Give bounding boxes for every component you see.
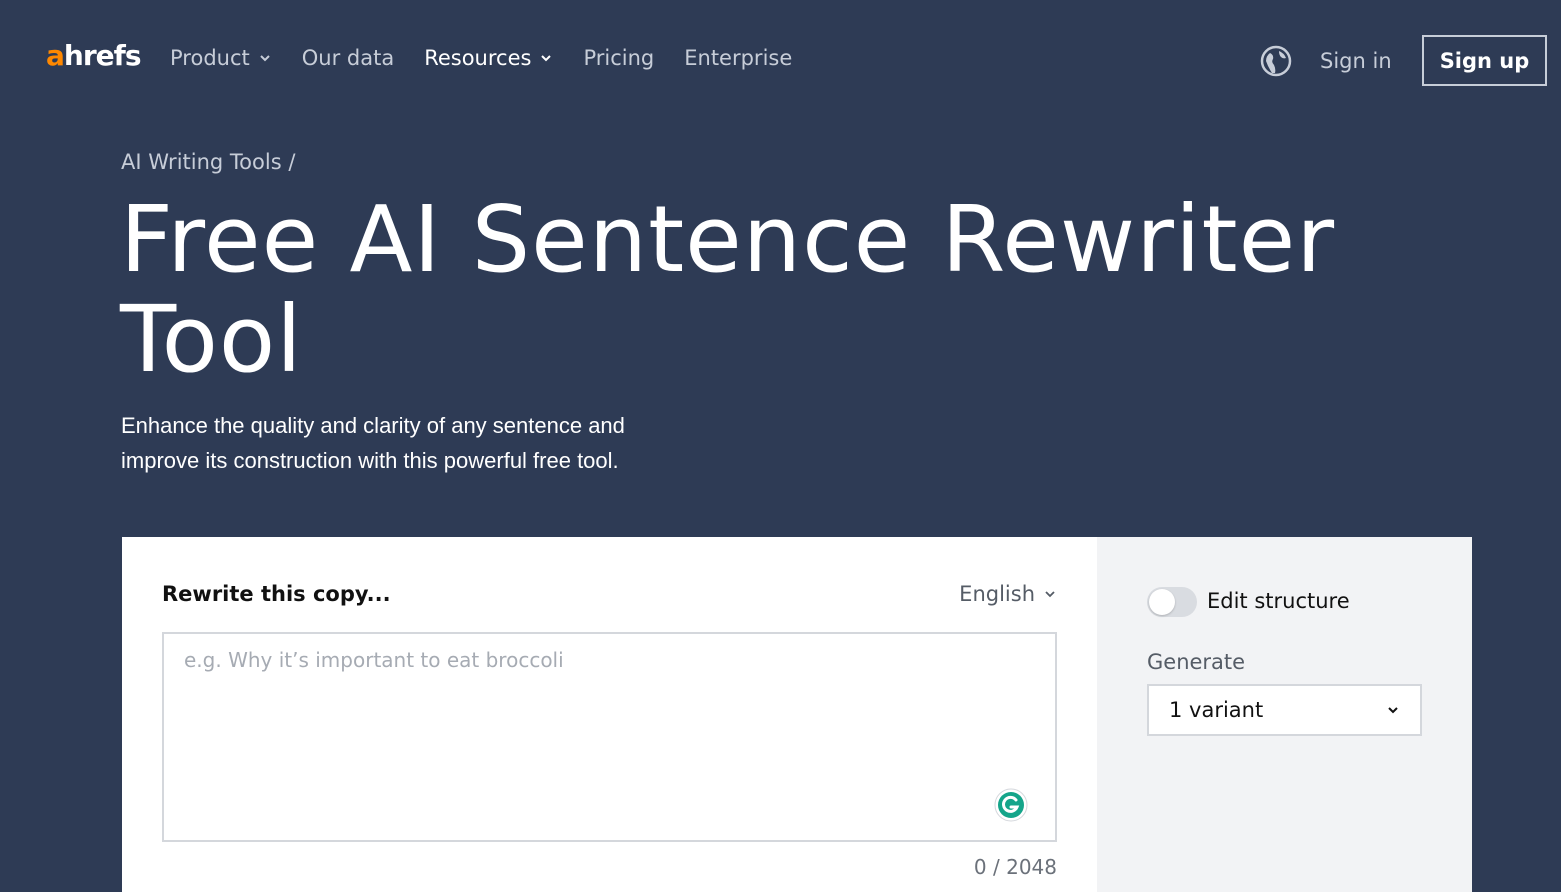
logo-letter-a: a xyxy=(46,39,65,72)
toggle-knob xyxy=(1149,589,1175,615)
nav-item-label: Our data xyxy=(301,46,395,70)
language-select[interactable]: English xyxy=(959,582,1057,606)
rewrite-label: Rewrite this copy... xyxy=(162,582,391,606)
sign-up-button[interactable]: Sign up xyxy=(1422,35,1547,86)
language-value: English xyxy=(959,582,1035,606)
generate-label: Generate xyxy=(1147,650,1246,674)
rewrite-input[interactable] xyxy=(162,632,1057,842)
options-panel: Edit structure Generate 1 variant xyxy=(1097,537,1472,892)
nav-item-label: Product xyxy=(170,46,250,70)
logo-text: hrefs xyxy=(63,39,142,72)
rewriter-tool-card: Rewrite this copy... English 0 / 2048 Ed… xyxy=(122,537,1472,892)
nav-item-our-data[interactable]: Our data xyxy=(302,44,394,72)
sign-in-link[interactable]: Sign in xyxy=(1320,47,1392,75)
input-panel: Rewrite this copy... English 0 / 2048 xyxy=(122,537,1097,892)
nav-item-pricing[interactable]: Pricing xyxy=(583,44,654,72)
edit-structure-label: Edit structure xyxy=(1207,589,1350,613)
top-navigation: ahrefs Product Our data Resources Pricin… xyxy=(0,0,1561,118)
chevron-down-icon xyxy=(260,55,270,62)
page-subtitle: Enhance the quality and clarity of any s… xyxy=(121,413,625,473)
chevron-down-icon xyxy=(1388,707,1398,714)
nav-links: Product Our data Resources Pricing Enter… xyxy=(170,44,822,72)
globe-icon[interactable] xyxy=(1260,45,1292,77)
breadcrumb[interactable]: AI Writing Tools / xyxy=(121,148,295,176)
edit-structure-toggle[interactable] xyxy=(1147,587,1197,617)
grammarly-icon[interactable] xyxy=(994,788,1028,822)
nav-item-label: Pricing xyxy=(583,46,655,70)
chevron-down-icon xyxy=(541,55,552,62)
variant-select[interactable]: 1 variant xyxy=(1147,684,1422,736)
page-title: Free AI Sentence Rewriter Tool xyxy=(120,186,1336,393)
ahrefs-logo[interactable]: ahrefs xyxy=(46,38,141,74)
nav-item-resources[interactable]: Resources xyxy=(424,44,553,72)
variant-value: 1 variant xyxy=(1169,698,1264,722)
nav-item-product[interactable]: Product xyxy=(170,44,272,72)
nav-item-label: Resources xyxy=(424,46,532,70)
nav-item-label: Enterprise xyxy=(684,46,793,70)
chevron-down-icon xyxy=(1045,591,1055,598)
character-counter: 0 / 2048 xyxy=(973,855,1057,879)
nav-item-enterprise[interactable]: Enterprise xyxy=(684,44,792,72)
